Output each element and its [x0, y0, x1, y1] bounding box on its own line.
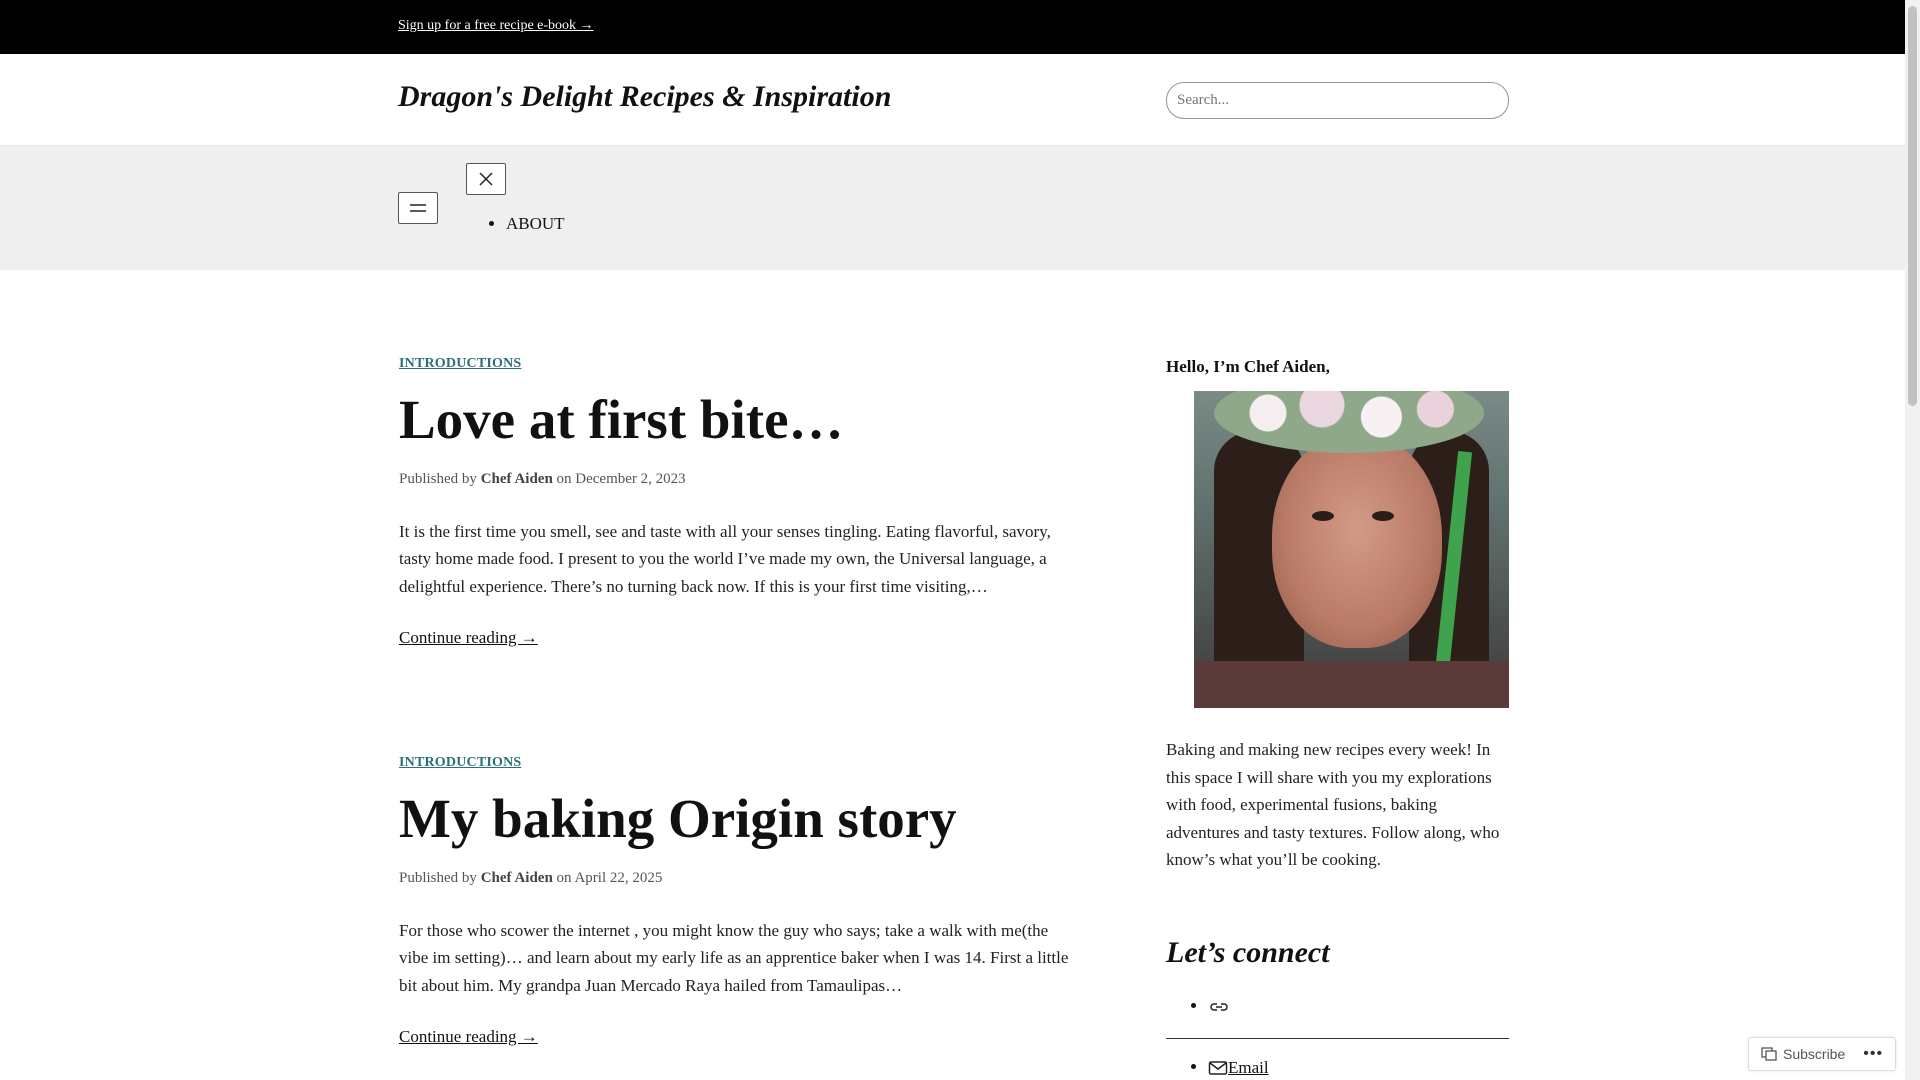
- nav-item-about[interactable]: ABOUT: [506, 214, 565, 234]
- continue-reading-link[interactable]: Continue reading →: [399, 1027, 538, 1047]
- subscribe-button[interactable]: Subscribe •••: [1748, 1037, 1896, 1071]
- promo-link[interactable]: Sign up for a free recipe e-book →: [398, 18, 594, 34]
- post-category-link[interactable]: INTRODUCTIONS: [399, 356, 1079, 372]
- mail-icon: [1208, 1060, 1228, 1075]
- sidebar-greeting: Hello, I’m Chef Aiden,: [1166, 357, 1330, 376]
- site-header: Dragon's Delight Recipes & Inspiration: [0, 54, 1905, 146]
- menu-icon: [410, 204, 426, 212]
- menu-close-button[interactable]: [466, 163, 506, 195]
- close-icon: [479, 172, 493, 186]
- chef-photo: [1194, 391, 1509, 708]
- top-promo-bar: Sign up for a free recipe e-book →: [0, 0, 1905, 54]
- sidebar-bio: Baking and making new recipes every week…: [1166, 740, 1500, 869]
- more-options-icon[interactable]: •••: [1863, 1045, 1883, 1063]
- post-meta: Published by Chef Aiden on April 22, 202…: [399, 869, 663, 886]
- post-author[interactable]: Chef Aiden: [481, 471, 553, 487]
- navigation-area: ABOUT: [0, 146, 1905, 270]
- post-title[interactable]: My baking Origin story: [399, 788, 1079, 850]
- subscribe-icon: [1761, 1047, 1777, 1061]
- divider: [1166, 1037, 1509, 1039]
- post-category-link[interactable]: INTRODUCTIONS: [399, 755, 1079, 771]
- post-meta: Published by Chef Aiden on December 2, 2…: [399, 470, 686, 487]
- search-input[interactable]: [1166, 82, 1509, 119]
- site-title[interactable]: Dragon's Delight Recipes & Inspiration: [398, 80, 891, 114]
- post-card: INTRODUCTIONS My baking Origin story Pub…: [399, 755, 1079, 1047]
- post-date[interactable]: April 22, 2025: [574, 870, 662, 886]
- menu-open-button[interactable]: [398, 192, 438, 224]
- sidebar: Hello, I’m Chef Aiden, Baking and making…: [1166, 357, 1509, 1078]
- connect-heading: Let’s connect: [1166, 935, 1330, 969]
- social-links: Email: [1166, 990, 1509, 1078]
- nav-menu: ABOUT: [506, 214, 565, 234]
- link-icon: [1210, 1002, 1228, 1011]
- subscribe-label: Subscribe: [1783, 1046, 1846, 1062]
- email-link[interactable]: Email: [1228, 1058, 1269, 1077]
- continue-reading-link[interactable]: Continue reading →: [399, 628, 538, 648]
- post-card: INTRODUCTIONS Love at first bite… Publis…: [399, 356, 1079, 648]
- post-date[interactable]: December 2, 2023: [575, 471, 685, 487]
- page-scrollbar[interactable]: [1905, 0, 1920, 1080]
- post-excerpt: For those who scower the internet , you …: [399, 920, 1069, 995]
- social-email-item[interactable]: Email: [1208, 1057, 1509, 1078]
- post-title[interactable]: Love at first bite…: [399, 389, 1079, 451]
- post-author[interactable]: Chef Aiden: [481, 870, 553, 886]
- scrollbar-thumb[interactable]: [1908, 6, 1917, 406]
- social-link-item[interactable]: [1208, 990, 1509, 1026]
- post-excerpt: It is the first time you smell, see and …: [399, 521, 1051, 596]
